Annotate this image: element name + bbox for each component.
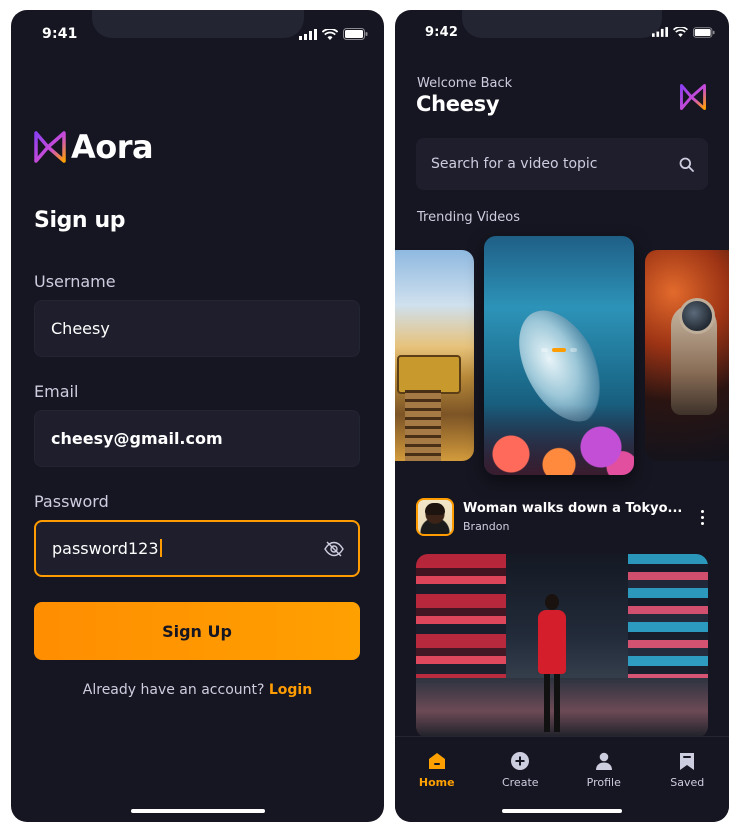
- rail-tracks-image: [405, 390, 441, 461]
- status-icons: [652, 26, 715, 38]
- home-icon: [428, 753, 445, 769]
- email-label: Email: [34, 382, 79, 401]
- video-author: Brandon: [463, 520, 510, 533]
- tab-saved[interactable]: Saved: [655, 751, 719, 822]
- trending-title: Trending Videos: [417, 210, 521, 225]
- trending-video-card[interactable]: [395, 250, 474, 461]
- search-bar: [416, 138, 708, 190]
- profile-icon: [595, 752, 612, 770]
- aora-logo-icon: [680, 84, 706, 110]
- text-caret: [159, 539, 162, 557]
- signal-icon: [652, 27, 668, 37]
- username-value: Cheesy: [51, 319, 110, 338]
- video-title[interactable]: Woman walks down a Tokyo...: [463, 501, 696, 516]
- status-time: 9:42: [425, 24, 459, 40]
- home-indicator: [130, 809, 265, 813]
- search-input[interactable]: [429, 155, 663, 173]
- page-title: Sign up: [34, 208, 126, 233]
- status-bar: 9:42: [395, 22, 729, 42]
- carousel-dots: [541, 348, 577, 352]
- username-field[interactable]: Cheesy: [34, 300, 360, 357]
- password-text: password123: [52, 539, 159, 558]
- avatar[interactable]: [416, 498, 454, 536]
- aora-logo-icon: [34, 131, 66, 163]
- status-icons: [299, 28, 368, 40]
- tab-label: Home: [418, 776, 455, 789]
- more-options-icon[interactable]: [696, 509, 708, 525]
- login-prompt-text: Already have an account?: [82, 682, 265, 698]
- trending-video-card[interactable]: [645, 250, 729, 461]
- wifi-icon: [673, 27, 688, 37]
- tab-label: Profile: [586, 776, 621, 789]
- plus-circle-icon: [511, 752, 530, 770]
- tab-label: Saved: [670, 776, 705, 789]
- email-value: cheesy@gmail.com: [51, 429, 223, 448]
- train-image: [397, 355, 461, 394]
- password-value: password123: [52, 539, 162, 558]
- video-info: Woman walks down a Tokyo... Brandon: [463, 501, 696, 533]
- email-field[interactable]: cheesy@gmail.com: [34, 410, 360, 467]
- video-thumbnail[interactable]: [416, 554, 708, 738]
- trending-video-card-active[interactable]: [484, 236, 634, 475]
- eye-off-icon[interactable]: [324, 541, 344, 557]
- signal-icon: [299, 28, 317, 40]
- bookmark-icon: [680, 753, 695, 770]
- home-screen: 9:42 Welcome Back Cheesy Trending Videos: [395, 10, 729, 822]
- tab-label: Create: [501, 776, 539, 789]
- status-time: 9:41: [42, 26, 78, 42]
- login-prompt: Already have an account? Login: [11, 682, 384, 698]
- username-label: Username: [34, 272, 116, 291]
- home-indicator: [502, 809, 622, 813]
- tab-home[interactable]: Home: [405, 751, 469, 822]
- search-icon[interactable]: [679, 157, 694, 172]
- wifi-icon: [322, 28, 338, 40]
- status-bar: 9:41: [11, 24, 384, 44]
- password-field[interactable]: password123: [34, 520, 360, 577]
- carousel-dot-active: [552, 348, 566, 352]
- app-logo: Aora: [33, 128, 154, 166]
- user-name: Cheesy: [416, 92, 500, 116]
- astronaut-helmet-image: [679, 298, 715, 334]
- welcome-text: Welcome Back: [417, 76, 513, 91]
- signup-button[interactable]: Sign Up: [34, 602, 360, 660]
- battery-icon: [693, 26, 715, 38]
- battery-icon: [343, 28, 368, 40]
- logo-text: Aora: [71, 128, 154, 166]
- signup-screen: 9:41 Aora Sign up Username Cheesy Email …: [11, 10, 384, 822]
- password-label: Password: [34, 492, 109, 511]
- video-header: Woman walks down a Tokyo... Brandon: [416, 496, 708, 538]
- coral-reef-image: [484, 405, 634, 475]
- carousel-dot: [541, 348, 548, 352]
- carousel-dot: [570, 348, 577, 352]
- woman-figure: [536, 594, 568, 734]
- login-link[interactable]: Login: [269, 682, 312, 698]
